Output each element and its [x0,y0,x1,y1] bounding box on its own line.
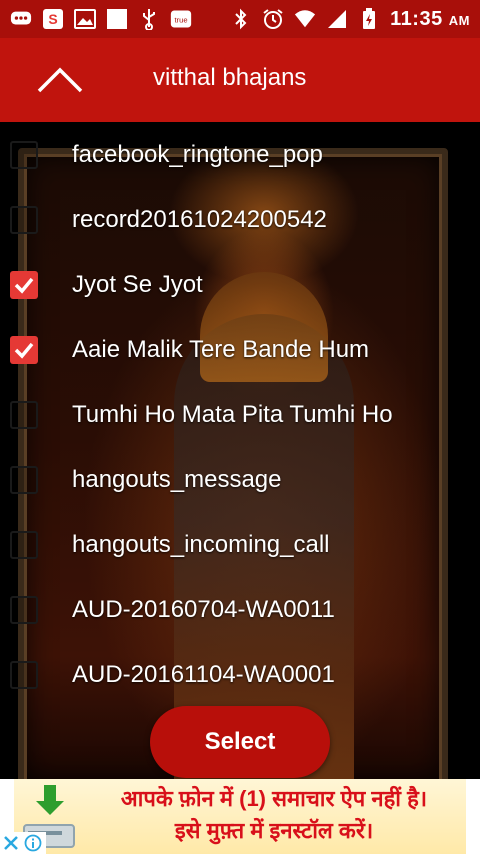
select-button[interactable]: Select [150,706,330,778]
ad-content[interactable]: आपके फ़ोन में (1) समाचार ऐप नहीं है। इसे… [14,779,466,854]
truecaller-icon: true [170,9,192,29]
snapdeal-icon: S [42,9,64,29]
up-button[interactable] [28,58,92,102]
checkbox-unchecked[interactable] [10,531,38,559]
list-item[interactable]: AUD-20161104-WA0001 [0,643,480,707]
list-item[interactable]: record20161024200542 [0,188,480,252]
wifi-icon [294,9,316,29]
signal-icon [326,9,348,29]
checkbox-unchecked[interactable] [10,401,38,429]
list-item-label: AUD-20160704-WA0011 [72,596,335,623]
checkbox-unchecked[interactable] [10,661,38,689]
messenger-icon [10,9,32,29]
list-item[interactable]: hangouts_message [0,448,480,512]
checkbox-unchecked[interactable] [10,466,38,494]
checkbox-unchecked[interactable] [10,596,38,624]
checkbox-checked[interactable] [10,336,38,364]
gallery-icon [74,9,96,29]
list-item[interactable]: AUD-20160704-WA0011 [0,578,480,642]
list-item-label: hangouts_incoming_call [72,531,330,558]
list-item-label: AUD-20161104-WA0001 [72,661,335,688]
list-item-label: Jyot Se Jyot [72,271,203,298]
checkbox-unchecked[interactable] [10,141,38,169]
list-item-label: Aaie Malik Tere Bande Hum [72,336,370,363]
svg-text:S: S [48,11,57,27]
close-icon[interactable] [2,834,20,852]
ad-text[interactable]: आपके फ़ोन में (1) समाचार ऐप नहीं है। इसे… [82,779,466,854]
list-item[interactable]: facebook_ringtone_pop [0,123,480,187]
blank-notification-icon [106,9,128,29]
ad-line-2: इसे मुफ़्त में इनस्टॉल करें। [174,818,374,843]
clock-time: 11:35 [390,7,443,30]
checkbox-unchecked[interactable] [10,206,38,234]
system-icons: 11:35 AM [230,8,470,31]
list-item[interactable]: Tumhi Ho Mata Pita Tumhi Ho [0,383,480,447]
app-bar: vitthal bhajans [0,38,480,122]
checkbox-checked[interactable] [10,271,38,299]
list-item-label: facebook_ringtone_pop [72,141,323,168]
ad-banner[interactable]: आपके फ़ोन में (1) समाचार ऐप नहीं है। इसे… [0,779,480,854]
list-item[interactable]: Jyot Se Jyot [0,253,480,317]
list-item-label: hangouts_message [72,466,282,493]
ad-line-1: आपके फ़ोन में (1) समाचार ऐप नहीं है। [120,786,428,811]
battery-icon [358,8,380,29]
usb-icon [138,9,160,30]
song-list-area: facebook_ringtone_pop record201610242005… [0,122,480,779]
list-item-label: Tumhi Ho Mata Pita Tumhi Ho [72,401,393,428]
alarm-icon [262,9,284,29]
ad-choices[interactable] [0,832,46,854]
checkmark-icon [14,342,34,359]
checkmark-icon [14,277,34,294]
page-title: vitthal bhajans [153,64,307,91]
bluetooth-icon [230,8,252,30]
list-item[interactable]: Aaie Malik Tere Bande Hum [0,318,480,382]
svg-text:true: true [174,15,187,24]
chevron-up-icon [37,67,83,93]
status-bar: S true 11:35 AM [0,0,480,38]
clock: 11:35 AM [390,8,470,31]
clock-ampm: AM [448,12,470,28]
list-item-label: record20161024200542 [72,206,327,233]
info-icon[interactable] [24,834,42,852]
notification-icons: S true [10,9,230,30]
list-item[interactable]: hangouts_incoming_call [0,513,480,577]
